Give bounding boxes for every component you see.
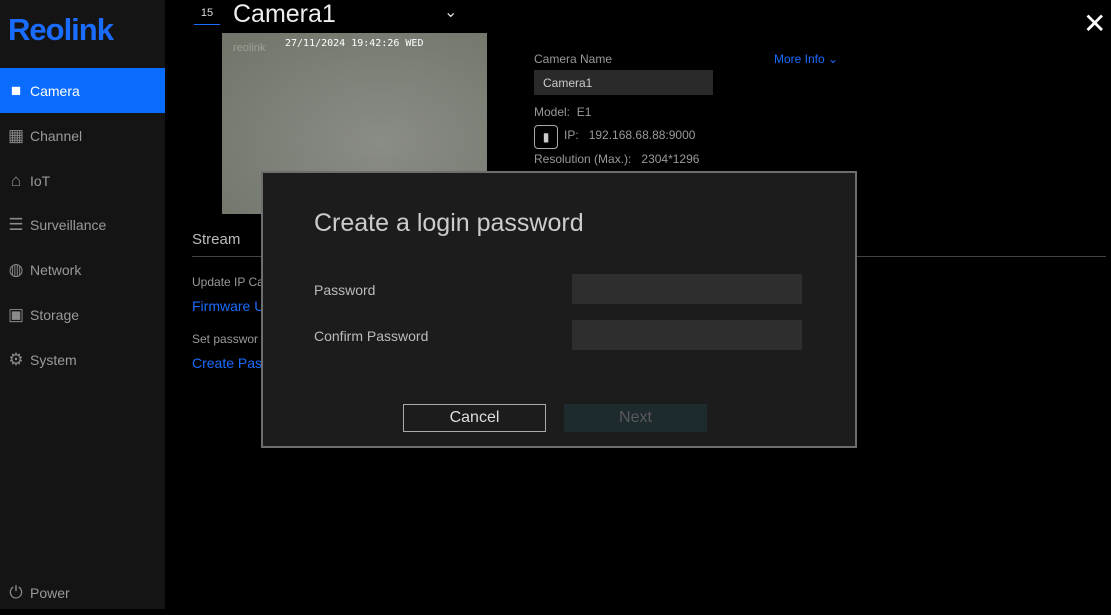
password-input[interactable] xyxy=(572,274,802,304)
sidebar-item-storage[interactable]: ▣ Storage xyxy=(0,292,165,337)
sidebar: Reolink ■ Camera ▦ Channel ⌂ IoT ☰ Surveilla… xyxy=(0,0,165,609)
sidebar-item-label: Network xyxy=(30,261,82,278)
update-label: Update IP Ca xyxy=(192,275,264,289)
grid-icon: ▦ xyxy=(7,125,25,145)
sidebar-item-system[interactable]: ⚙ System xyxy=(0,337,165,382)
chevron-down-icon: ⌄ xyxy=(828,52,839,66)
home-icon: ⌂ xyxy=(10,170,22,190)
power-icon: ⏻ xyxy=(9,582,23,602)
sidebar-item-label: Surveillance xyxy=(30,216,107,233)
sidebar-item-channel[interactable]: ▦ Channel xyxy=(0,113,165,158)
create-password-link[interactable]: Create Pas xyxy=(192,355,262,371)
sidebar-item-surveillance[interactable]: ☰ Surveillance xyxy=(0,202,165,247)
sidebar-item-label: Camera xyxy=(30,82,80,99)
ip-label: IP: xyxy=(564,128,579,142)
channel-badge: 15 xyxy=(194,5,220,25)
camera-icon: ■ xyxy=(10,80,22,100)
more-info-label: More Info xyxy=(774,52,825,66)
next-button[interactable]: Next xyxy=(564,404,707,432)
stream-title: Stream xyxy=(192,231,241,248)
confirm-password-label: Confirm Password xyxy=(314,328,429,344)
model-info: Model: E1 xyxy=(534,105,591,119)
password-label: Password xyxy=(314,282,376,298)
power-button[interactable]: ⏻ Power xyxy=(0,570,165,615)
sidebar-item-label: IoT xyxy=(30,172,51,189)
dialog-title: Create a login password xyxy=(314,209,584,237)
firmware-update-link[interactable]: Firmware U xyxy=(192,298,264,314)
ip-value: 192.168.68.88:9000 xyxy=(588,128,696,142)
model-label: Model: xyxy=(534,105,571,119)
camera-name-label: Camera Name xyxy=(534,52,613,66)
storage-icon: ▣ xyxy=(7,304,25,324)
sidebar-item-camera[interactable]: ■ Camera xyxy=(0,68,165,113)
reolink-logo: Reolink xyxy=(8,12,114,47)
preview-watermark: reolink xyxy=(233,42,266,54)
create-password-dialog: Create a login password Password Confirm… xyxy=(261,171,857,448)
cancel-button[interactable]: Cancel xyxy=(403,404,546,432)
sidebar-item-label: System xyxy=(30,351,77,368)
resolution-label: Resolution (Max.): xyxy=(534,152,632,166)
set-password-label: Set passwor xyxy=(192,332,259,346)
power-label: Power xyxy=(30,584,70,601)
confirm-password-input[interactable] xyxy=(572,320,802,350)
sidebar-item-network[interactable]: ◍ Network xyxy=(0,247,165,292)
more-info-link[interactable]: More Info ⌄ xyxy=(774,52,838,66)
gear-icon: ⚙ xyxy=(8,349,24,369)
resolution-info: Resolution (Max.): 2304*1296 xyxy=(534,152,699,166)
globe-icon: ◍ xyxy=(8,259,24,279)
sidebar-item-iot[interactable]: ⌂ IoT xyxy=(0,158,165,203)
model-value: E1 xyxy=(576,105,592,119)
resolution-value: 2304*1296 xyxy=(641,152,700,166)
ip-info: IP: 192.168.68.88:9000 xyxy=(564,128,695,142)
preview-osd: 27/11/2024 19:42:26 WED xyxy=(285,38,424,49)
sidebar-item-label: Channel xyxy=(30,127,83,144)
list-icon: ☰ xyxy=(8,214,24,234)
sidebar-item-label: Storage xyxy=(30,306,80,323)
close-icon[interactable]: ✕ xyxy=(1083,10,1106,38)
camera-name-input[interactable]: Camera1 xyxy=(534,70,713,95)
ethernet-icon: ▮ xyxy=(534,125,558,149)
camera-title: Camera1 xyxy=(233,0,336,28)
chevron-down-icon[interactable]: ⌄ xyxy=(444,2,457,22)
